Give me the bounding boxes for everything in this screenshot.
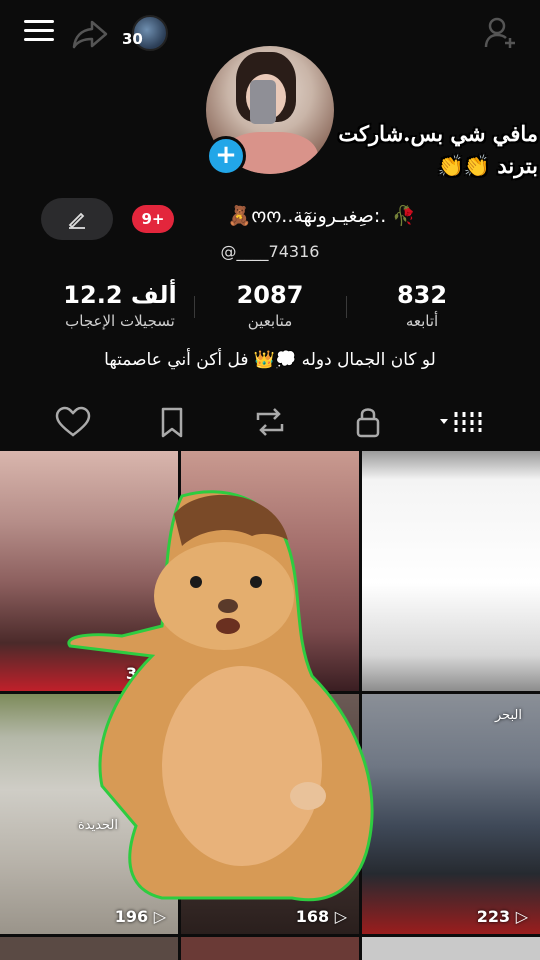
stat-divider	[194, 296, 195, 318]
pencil-icon	[68, 212, 85, 229]
add-story-plus-icon[interactable]: +	[206, 136, 246, 176]
edit-profile-button[interactable]	[41, 198, 113, 240]
stat-likes[interactable]: 12.2 ألف تسجيلات الإعجاب	[50, 280, 190, 332]
lock-tab-icon[interactable]	[348, 404, 388, 440]
stat-followers-value: 2087	[236, 281, 304, 309]
share-icon[interactable]	[72, 18, 108, 50]
liked-tab-icon[interactable]	[53, 404, 93, 440]
stat-likes-label: تسجيلات الإعجاب	[65, 312, 175, 330]
view-count: 223 ▷	[476, 907, 528, 926]
overlay-caption: مافي شي بس.شاركت بترند 👏👏	[324, 118, 538, 182]
bookmark-tab-icon[interactable]	[152, 404, 192, 440]
view-count: 196 ▷	[114, 907, 166, 926]
add-user-icon[interactable]	[484, 16, 518, 50]
notification-badge[interactable]: 9+	[132, 205, 174, 233]
stat-following-label: أتابعه	[405, 312, 439, 330]
video-tile[interactable]	[181, 937, 359, 960]
play-icon: ▷	[329, 907, 347, 926]
overlay-caption-line1: مافي شي بس.شاركت	[338, 121, 538, 146]
stat-likes-value: 12.2 ألف	[63, 281, 177, 309]
stat-following[interactable]: 832 أتابعه	[352, 280, 492, 332]
display-name: 🥀 .:صِغيـرونهٓة..ოო🧸	[227, 205, 416, 227]
stat-followers-label: متابعين	[247, 312, 293, 330]
video-tile[interactable]: البحر 223 ▷	[362, 694, 540, 934]
hamster-sticker	[67, 490, 374, 902]
menu-icon[interactable]	[24, 20, 54, 44]
username-handle: @____74316	[220, 242, 320, 261]
repost-tab-icon[interactable]	[250, 404, 290, 440]
stat-followers[interactable]: 2087 متابعين	[200, 280, 340, 332]
play-icon: ▷	[148, 907, 166, 926]
video-tile[interactable]	[362, 937, 540, 960]
view-count: 168 ▷	[295, 907, 347, 926]
content-tabs	[0, 398, 540, 446]
play-icon: ▷	[510, 907, 528, 926]
stat-divider	[346, 296, 347, 318]
video-tile[interactable]	[0, 937, 178, 960]
story-count: 30	[122, 30, 143, 48]
video-tile[interactable]	[362, 451, 540, 691]
grid-tab-icon[interactable]	[438, 404, 488, 440]
stat-following-value: 832	[396, 281, 448, 309]
video-tag: البحر	[494, 708, 522, 723]
overlay-caption-line2: بترند 👏👏	[437, 153, 538, 178]
profile-bio: لو كان الجمال دوله 💭👑 فل أكن أني عاصمتها	[104, 350, 436, 370]
